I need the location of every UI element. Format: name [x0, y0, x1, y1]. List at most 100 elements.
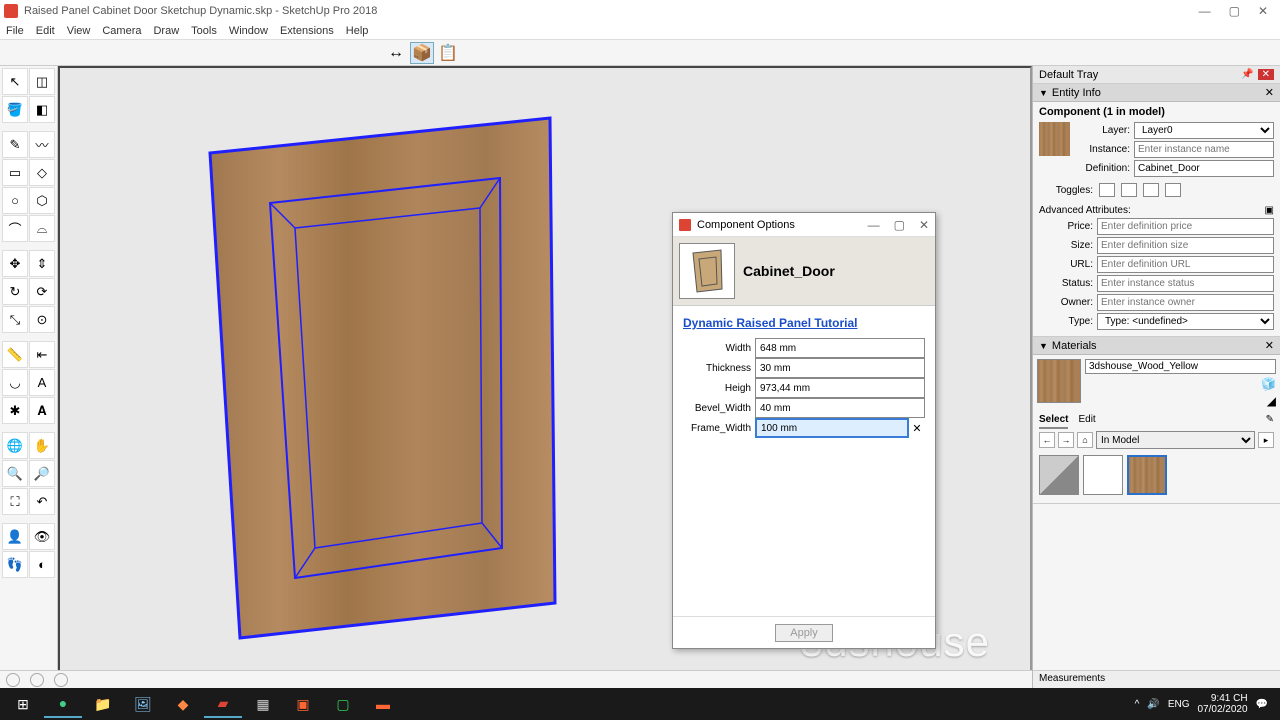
followme-tool-icon[interactable]: ⟳ [29, 278, 55, 305]
menu-window[interactable]: Window [229, 25, 268, 37]
type-select[interactable]: Type: <undefined> [1097, 313, 1274, 330]
menu-edit[interactable]: Edit [36, 25, 55, 37]
toggle-cast-icon[interactable] [1165, 183, 1181, 197]
tab-edit[interactable]: Edit [1078, 414, 1095, 429]
eraser2-icon[interactable]: ◧ [29, 96, 55, 123]
taskbar-app1[interactable]: ◆ [164, 690, 202, 718]
tray-notifications-icon[interactable]: 💬 [1256, 699, 1268, 710]
arc2-tool-icon[interactable]: ⌓ [29, 215, 55, 242]
close-button[interactable]: ✕ [1258, 4, 1268, 18]
home-icon[interactable]: ⌂ [1077, 432, 1093, 448]
collapse-icon[interactable]: ▼ [1039, 88, 1048, 98]
material-wood-yellow[interactable] [1127, 455, 1167, 495]
param-heigh-input[interactable] [755, 378, 925, 398]
url-input[interactable] [1097, 256, 1274, 273]
instance-input[interactable] [1134, 141, 1274, 158]
taskbar-photos[interactable]: 🖼 [124, 690, 162, 718]
param-thickness-input[interactable] [755, 358, 925, 378]
toggle-shadow-icon[interactable] [1143, 183, 1159, 197]
select-tool-icon[interactable]: ↖ [2, 68, 28, 95]
zoom-extents-icon[interactable]: ⛶ [2, 488, 28, 515]
zoom-window-icon[interactable]: 🔎 [29, 460, 55, 487]
taskbar-app3[interactable]: ▣ [284, 690, 322, 718]
status-user-icon[interactable] [54, 673, 68, 687]
axes-tool-icon[interactable]: ✱ [2, 397, 28, 424]
status-input[interactable] [1097, 275, 1274, 292]
menu-file[interactable]: File [6, 25, 24, 37]
taskbar-sketchup[interactable]: ▰ [204, 690, 242, 718]
eraser-tool-icon[interactable]: ◫ [29, 68, 55, 95]
create-material-icon[interactable]: 🧊 [1261, 377, 1276, 391]
nav-back-icon[interactable]: ← [1039, 432, 1055, 448]
rotate-tool-icon[interactable]: ↻ [2, 278, 28, 305]
owner-input[interactable] [1097, 294, 1274, 311]
menu-view[interactable]: View [67, 25, 91, 37]
layer-select[interactable]: Layer0 [1134, 122, 1274, 139]
scale-tool-icon[interactable]: ⤡ [2, 306, 28, 333]
param-width-input[interactable] [755, 338, 925, 358]
cabinet-door-model[interactable] [200, 113, 560, 643]
freehand-tool-icon[interactable]: 〰 [29, 131, 55, 158]
panel-close-icon[interactable]: ✕ [1265, 86, 1274, 99]
minimize-button[interactable]: — [1199, 4, 1211, 18]
protractor-tool-icon[interactable]: ◡ [2, 369, 28, 396]
collapse-icon[interactable]: ▼ [1039, 341, 1048, 351]
move-tool-icon[interactable]: ✥ [2, 250, 28, 277]
tray-volume-icon[interactable]: 🔊 [1147, 699, 1159, 710]
tray-expand-icon[interactable]: ^ [1135, 699, 1140, 710]
material-default[interactable] [1039, 455, 1079, 495]
price-input[interactable] [1097, 218, 1274, 235]
definition-input[interactable] [1134, 160, 1274, 177]
arc-tool-icon[interactable]: ⌒ [2, 215, 28, 242]
tutorial-link[interactable]: Dynamic Raised Panel Tutorial [683, 316, 925, 330]
dialog-maximize-icon[interactable]: ▢ [894, 218, 905, 232]
taskbar-app4[interactable]: ▢ [324, 690, 362, 718]
text-tool-icon[interactable]: A [29, 369, 55, 396]
current-material-swatch[interactable] [1037, 359, 1081, 403]
default-material-icon[interactable]: ◢ [1267, 394, 1276, 408]
menu-help[interactable]: Help [346, 25, 369, 37]
viewport[interactable]: 3dshouse Component Options — ▢ ✕ Cabinet… [58, 66, 1032, 688]
param-bevel-input[interactable] [755, 398, 925, 418]
tape-tool-icon[interactable]: 📏 [2, 341, 28, 368]
taskbar-chrome[interactable]: ● [44, 690, 82, 718]
status-info-icon[interactable] [30, 673, 44, 687]
material-blank[interactable] [1083, 455, 1123, 495]
panel-close-icon[interactable]: ✕ [1265, 339, 1274, 352]
size-input[interactable] [1097, 237, 1274, 254]
taskbar-explorer[interactable]: 📁 [84, 690, 122, 718]
previous-view-icon[interactable]: ↶ [29, 488, 55, 515]
zoom-tool-icon[interactable]: 🔍 [2, 460, 28, 487]
taskbar-app5[interactable]: ▬ [364, 690, 402, 718]
menu-draw[interactable]: Draw [153, 25, 179, 37]
adv-control-icon[interactable]: ▣ [1265, 205, 1274, 216]
orbit-tool-icon[interactable]: 🌐 [2, 432, 28, 459]
look-around-icon[interactable]: 👁 [29, 523, 55, 550]
rectangle-tool-icon[interactable]: ▭ [2, 159, 28, 186]
dialog-close-icon[interactable]: ✕ [919, 218, 929, 232]
eyedropper-icon[interactable]: ✎ [1266, 414, 1274, 429]
taskbar-app2[interactable]: ▦ [244, 690, 282, 718]
clear-input-icon[interactable]: ✕ [909, 422, 925, 435]
tray-close-icon[interactable]: ✕ [1258, 69, 1274, 80]
3dtext-tool-icon[interactable]: 𝐀 [29, 397, 55, 424]
tray-time[interactable]: 9:41 CH [1197, 693, 1247, 704]
material-name-input[interactable] [1085, 359, 1276, 374]
menu-camera[interactable]: Camera [102, 25, 141, 37]
section-tool-icon[interactable]: ◐ [29, 551, 55, 578]
rotated-rect-icon[interactable]: ◇ [29, 159, 55, 186]
interact-tool-icon[interactable]: ↔ [384, 42, 408, 64]
param-frame-input[interactable] [755, 418, 909, 438]
line-tool-icon[interactable]: ✎ [2, 131, 28, 158]
details-icon[interactable]: ▸ [1258, 432, 1274, 448]
circle-tool-icon[interactable]: ○ [2, 187, 28, 214]
walk-tool-icon[interactable]: 👣 [2, 551, 28, 578]
tab-select[interactable]: Select [1039, 414, 1068, 429]
dimension-tool-icon[interactable]: ⇤ [29, 341, 55, 368]
nav-fwd-icon[interactable]: → [1058, 432, 1074, 448]
pushpull-tool-icon[interactable]: ⇕ [29, 250, 55, 277]
tray-date[interactable]: 07/02/2020 [1197, 704, 1247, 715]
tray-pin-icon[interactable]: 📌 [1241, 69, 1253, 80]
menu-tools[interactable]: Tools [191, 25, 217, 37]
component-attributes-icon[interactable]: 📋 [436, 42, 460, 64]
